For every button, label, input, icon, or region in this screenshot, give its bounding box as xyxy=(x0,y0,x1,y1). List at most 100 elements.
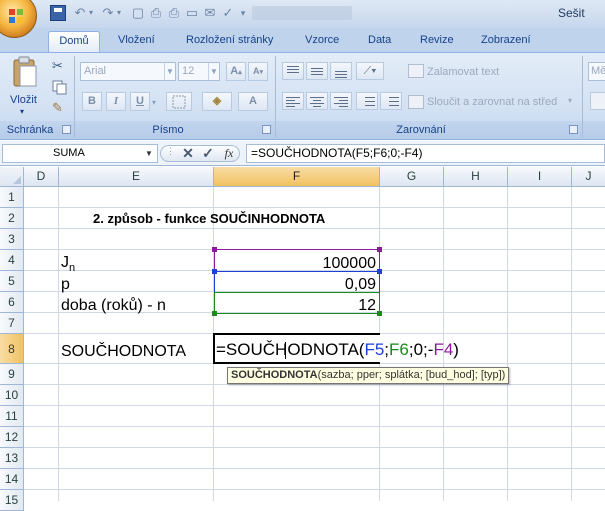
grow-font-button[interactable]: A▴ xyxy=(226,62,246,81)
row-header-11[interactable]: 11 xyxy=(0,406,24,427)
paste-button[interactable]: Vložit ▾ xyxy=(4,56,44,118)
column-header-D[interactable]: D xyxy=(24,167,59,187)
f8-ref-F6: F6 xyxy=(389,340,409,359)
save-icon[interactable] xyxy=(50,5,66,21)
underline-button[interactable]: U xyxy=(130,92,150,111)
tab-review[interactable]: Revize xyxy=(414,31,460,52)
customize-toolbar-icon[interactable]: ▾ xyxy=(238,5,248,21)
row-header-2[interactable]: 2 xyxy=(0,208,24,229)
tab-insert[interactable]: Vložení xyxy=(112,31,161,52)
row-header-9[interactable]: 9 xyxy=(0,364,24,385)
f8-mid: ;0;- xyxy=(408,340,434,359)
clipboard-launcher-icon[interactable] xyxy=(62,125,71,134)
window-title: Sešit xyxy=(558,6,585,20)
copy-icon[interactable] xyxy=(52,80,68,96)
row-header-12[interactable]: 12 xyxy=(0,427,24,448)
enter-icon[interactable]: ✓ xyxy=(200,144,216,163)
tab-view[interactable]: Zobrazení xyxy=(475,31,537,52)
email-icon[interactable]: ✉ xyxy=(202,5,218,21)
name-box-dropdown-icon[interactable]: ▼ xyxy=(142,145,156,162)
clipboard-group-label: Schránka xyxy=(6,124,54,136)
row-header-8[interactable]: 8 xyxy=(0,334,24,364)
row-header-13[interactable]: 13 xyxy=(0,448,24,469)
cell-F8-editor[interactable]: =SOUČHODNOTA(F5;F6;0;-F4) xyxy=(216,339,459,360)
insert-function-icon[interactable]: fx xyxy=(221,145,237,162)
shrink-font-button[interactable]: A▾ xyxy=(248,62,268,81)
function-tooltip[interactable]: SOUČHODNOTA(sazba; pper; splátka; [bud_h… xyxy=(227,367,510,384)
column-header-E[interactable]: E xyxy=(59,167,214,187)
alignment-launcher-icon[interactable] xyxy=(569,125,578,134)
fill-color-button[interactable]: ◈ xyxy=(202,92,232,111)
cell-E2[interactable]: 2. způsob - funkce SOUČINHODNOTA xyxy=(93,208,325,229)
f8-ref-F4: F4 xyxy=(433,340,454,359)
font-size-combo[interactable]: 12 ▼ xyxy=(178,62,220,81)
new-document-icon[interactable]: ▢ xyxy=(130,5,146,21)
name-box[interactable]: SUMA xyxy=(2,144,158,163)
formula-input[interactable]: =SOUČHODNOTA(F5;F6;0;-F4) xyxy=(246,144,605,163)
row-header-5[interactable]: 5 xyxy=(0,271,24,292)
merge-center-button[interactable]: Sloučit a zarovnat na střed xyxy=(427,96,557,108)
cut-icon[interactable]: ✂ xyxy=(52,58,68,74)
row-header-3[interactable]: 3 xyxy=(0,229,24,250)
tab-home[interactable]: Domů xyxy=(48,31,100,52)
print-preview-icon[interactable]: ⎙ xyxy=(148,5,164,21)
column-header-J[interactable]: J xyxy=(572,167,605,187)
merge-center-dropdown-icon[interactable]: ▾ xyxy=(568,96,572,105)
tab-data[interactable]: Data xyxy=(362,31,397,52)
increase-indent-button[interactable] xyxy=(380,92,402,110)
row-header-14[interactable]: 14 xyxy=(0,469,24,490)
column-header-F[interactable]: F xyxy=(214,167,380,187)
align-bottom-button[interactable] xyxy=(330,62,352,80)
gridline-h xyxy=(24,468,605,469)
number-label-bg xyxy=(583,121,605,139)
number-format-combo[interactable]: Mě xyxy=(588,62,605,81)
spelling-icon[interactable]: ✓ xyxy=(220,5,236,21)
print-icon[interactable]: ⎙ xyxy=(166,5,182,21)
row-header-10[interactable]: 10 xyxy=(0,385,24,406)
column-header-I[interactable]: I xyxy=(508,167,572,187)
wrap-text-button[interactable]: Zalamovat text xyxy=(427,66,499,78)
bold-button[interactable]: B xyxy=(82,92,102,111)
gridline-v xyxy=(58,187,59,501)
font-name-combo[interactable]: Arial ▼ xyxy=(80,62,176,81)
orientation-button[interactable]: ⟋▾ xyxy=(356,62,384,80)
cell-E4[interactable]: Jn xyxy=(61,252,75,274)
grip-icon: ⋮ xyxy=(166,146,175,156)
paste-dropdown-icon: ▾ xyxy=(20,107,25,116)
cancel-icon[interactable]: ✕ xyxy=(180,144,196,163)
decrease-indent-button[interactable] xyxy=(356,92,378,110)
align-left-button[interactable] xyxy=(282,92,304,110)
ref-highlight-F6 xyxy=(212,292,382,316)
tooltip-function-name[interactable]: SOUČHODNOTA xyxy=(231,369,318,381)
align-center-button[interactable] xyxy=(306,92,328,110)
row-header-7[interactable]: 7 xyxy=(0,313,24,334)
font-size-dropdown-icon: ▼ xyxy=(208,63,219,80)
borders-button[interactable] xyxy=(166,92,192,111)
align-top-button[interactable] xyxy=(282,62,304,80)
column-header-G[interactable]: G xyxy=(380,167,444,187)
cell-E5[interactable]: p xyxy=(61,274,70,295)
redo-dropdown-icon[interactable]: ▾ xyxy=(114,5,124,21)
currency-format-icon[interactable] xyxy=(590,92,605,110)
format-painter-icon[interactable]: ✎ xyxy=(52,100,68,116)
undo-dropdown-icon[interactable]: ▾ xyxy=(86,5,96,21)
column-header-H[interactable]: H xyxy=(444,167,508,187)
italic-button[interactable]: I xyxy=(106,92,126,111)
font-launcher-icon[interactable] xyxy=(262,125,271,134)
underline-dropdown-icon[interactable]: ▾ xyxy=(152,98,156,107)
align-right-button[interactable] xyxy=(330,92,352,110)
cell-E6[interactable]: doba (roků) - n xyxy=(61,295,166,316)
align-middle-button[interactable] xyxy=(306,62,328,80)
ref-handle xyxy=(212,311,217,316)
tooltip-arguments: (sazba; pper; splátka; [bud_hod]; [typ]) xyxy=(317,369,506,381)
tab-page-layout[interactable]: Rozložení stránky xyxy=(180,31,279,52)
row-header-6[interactable]: 6 xyxy=(0,292,24,313)
ref-highlight-F5 xyxy=(212,269,382,293)
font-color-button[interactable]: A xyxy=(238,92,268,111)
tab-formulas[interactable]: Vzorce xyxy=(299,31,345,52)
cell-E8[interactable]: SOUČHODNOTA xyxy=(61,341,186,362)
open-icon[interactable]: ▭ xyxy=(184,5,200,21)
select-all-corner[interactable] xyxy=(0,167,24,187)
row-header-4[interactable]: 4 xyxy=(0,250,24,271)
row-header-1[interactable]: 1 xyxy=(0,187,24,208)
